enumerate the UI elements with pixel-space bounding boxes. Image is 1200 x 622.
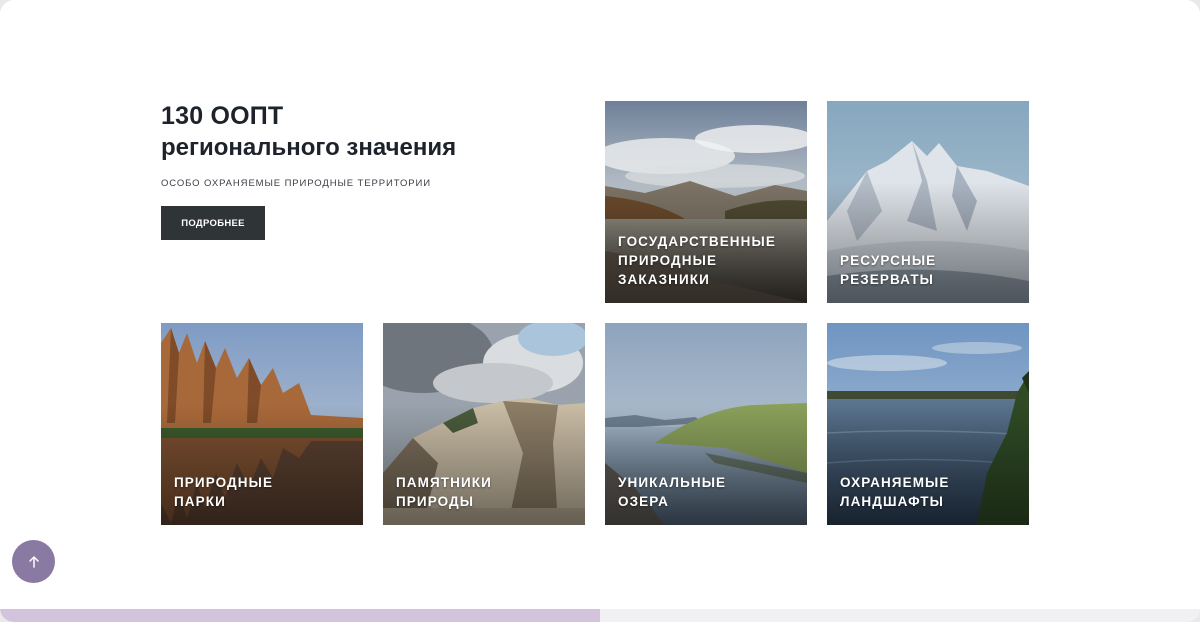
arrow-up-icon (28, 555, 39, 568)
tile-label: ГОСУДАРСТВЕННЫЕ ПРИРОДНЫЕ ЗАКАЗНИКИ (618, 234, 776, 287)
tile-ozera[interactable]: УНИКАЛЬНЫЕ ОЗЕРА (605, 323, 807, 525)
intro-block: 130 ООПТ регионального значения ОСОБО ОХ… (161, 100, 581, 240)
tile-label: ПРИРОДНЫЕ ПАРКИ (174, 475, 274, 509)
scroll-to-top-button[interactable] (12, 540, 55, 583)
tile-label: РЕСУРСНЫЕ РЕЗЕРВАТЫ (840, 253, 937, 287)
tile-pamyatniki[interactable]: ПАМЯТНИКИ ПРИРОДЫ (383, 323, 585, 525)
page-title-subline: регионального значения (161, 134, 457, 161)
more-button[interactable]: ПОДРОБНЕЕ (161, 206, 265, 240)
tile-rezervaty[interactable]: РЕСУРСНЫЕ РЕЗЕРВАТЫ (827, 101, 1029, 303)
tile-zakazniki[interactable]: ГОСУДАРСТВЕННЫЕ ПРИРОДНЫЕ ЗАКАЗНИКИ (605, 101, 807, 303)
scroll-progress-fill (0, 609, 600, 622)
tile-label: УНИКАЛЬНЫЕ ОЗЕРА (618, 475, 727, 509)
scroll-progress-bar (0, 609, 1200, 622)
page-title: 130 ООПТ (161, 102, 284, 130)
page-subtitle: ОСОБО ОХРАНЯЕМЫЕ ПРИРОДНЫЕ ТЕРРИТОРИИ (161, 178, 431, 189)
tile-landshafty[interactable]: ОХРАНЯЕМЫЕ ЛАНДШАФТЫ (827, 323, 1029, 525)
tile-parki[interactable]: ПРИРОДНЫЕ ПАРКИ (161, 323, 363, 525)
tile-label: ОХРАНЯЕМЫЕ ЛАНДШАФТЫ (840, 475, 950, 509)
page: 130 ООПТ регионального значения ОСОБО ОХ… (0, 0, 1200, 622)
tile-label: ПАМЯТНИКИ ПРИРОДЫ (396, 475, 492, 509)
